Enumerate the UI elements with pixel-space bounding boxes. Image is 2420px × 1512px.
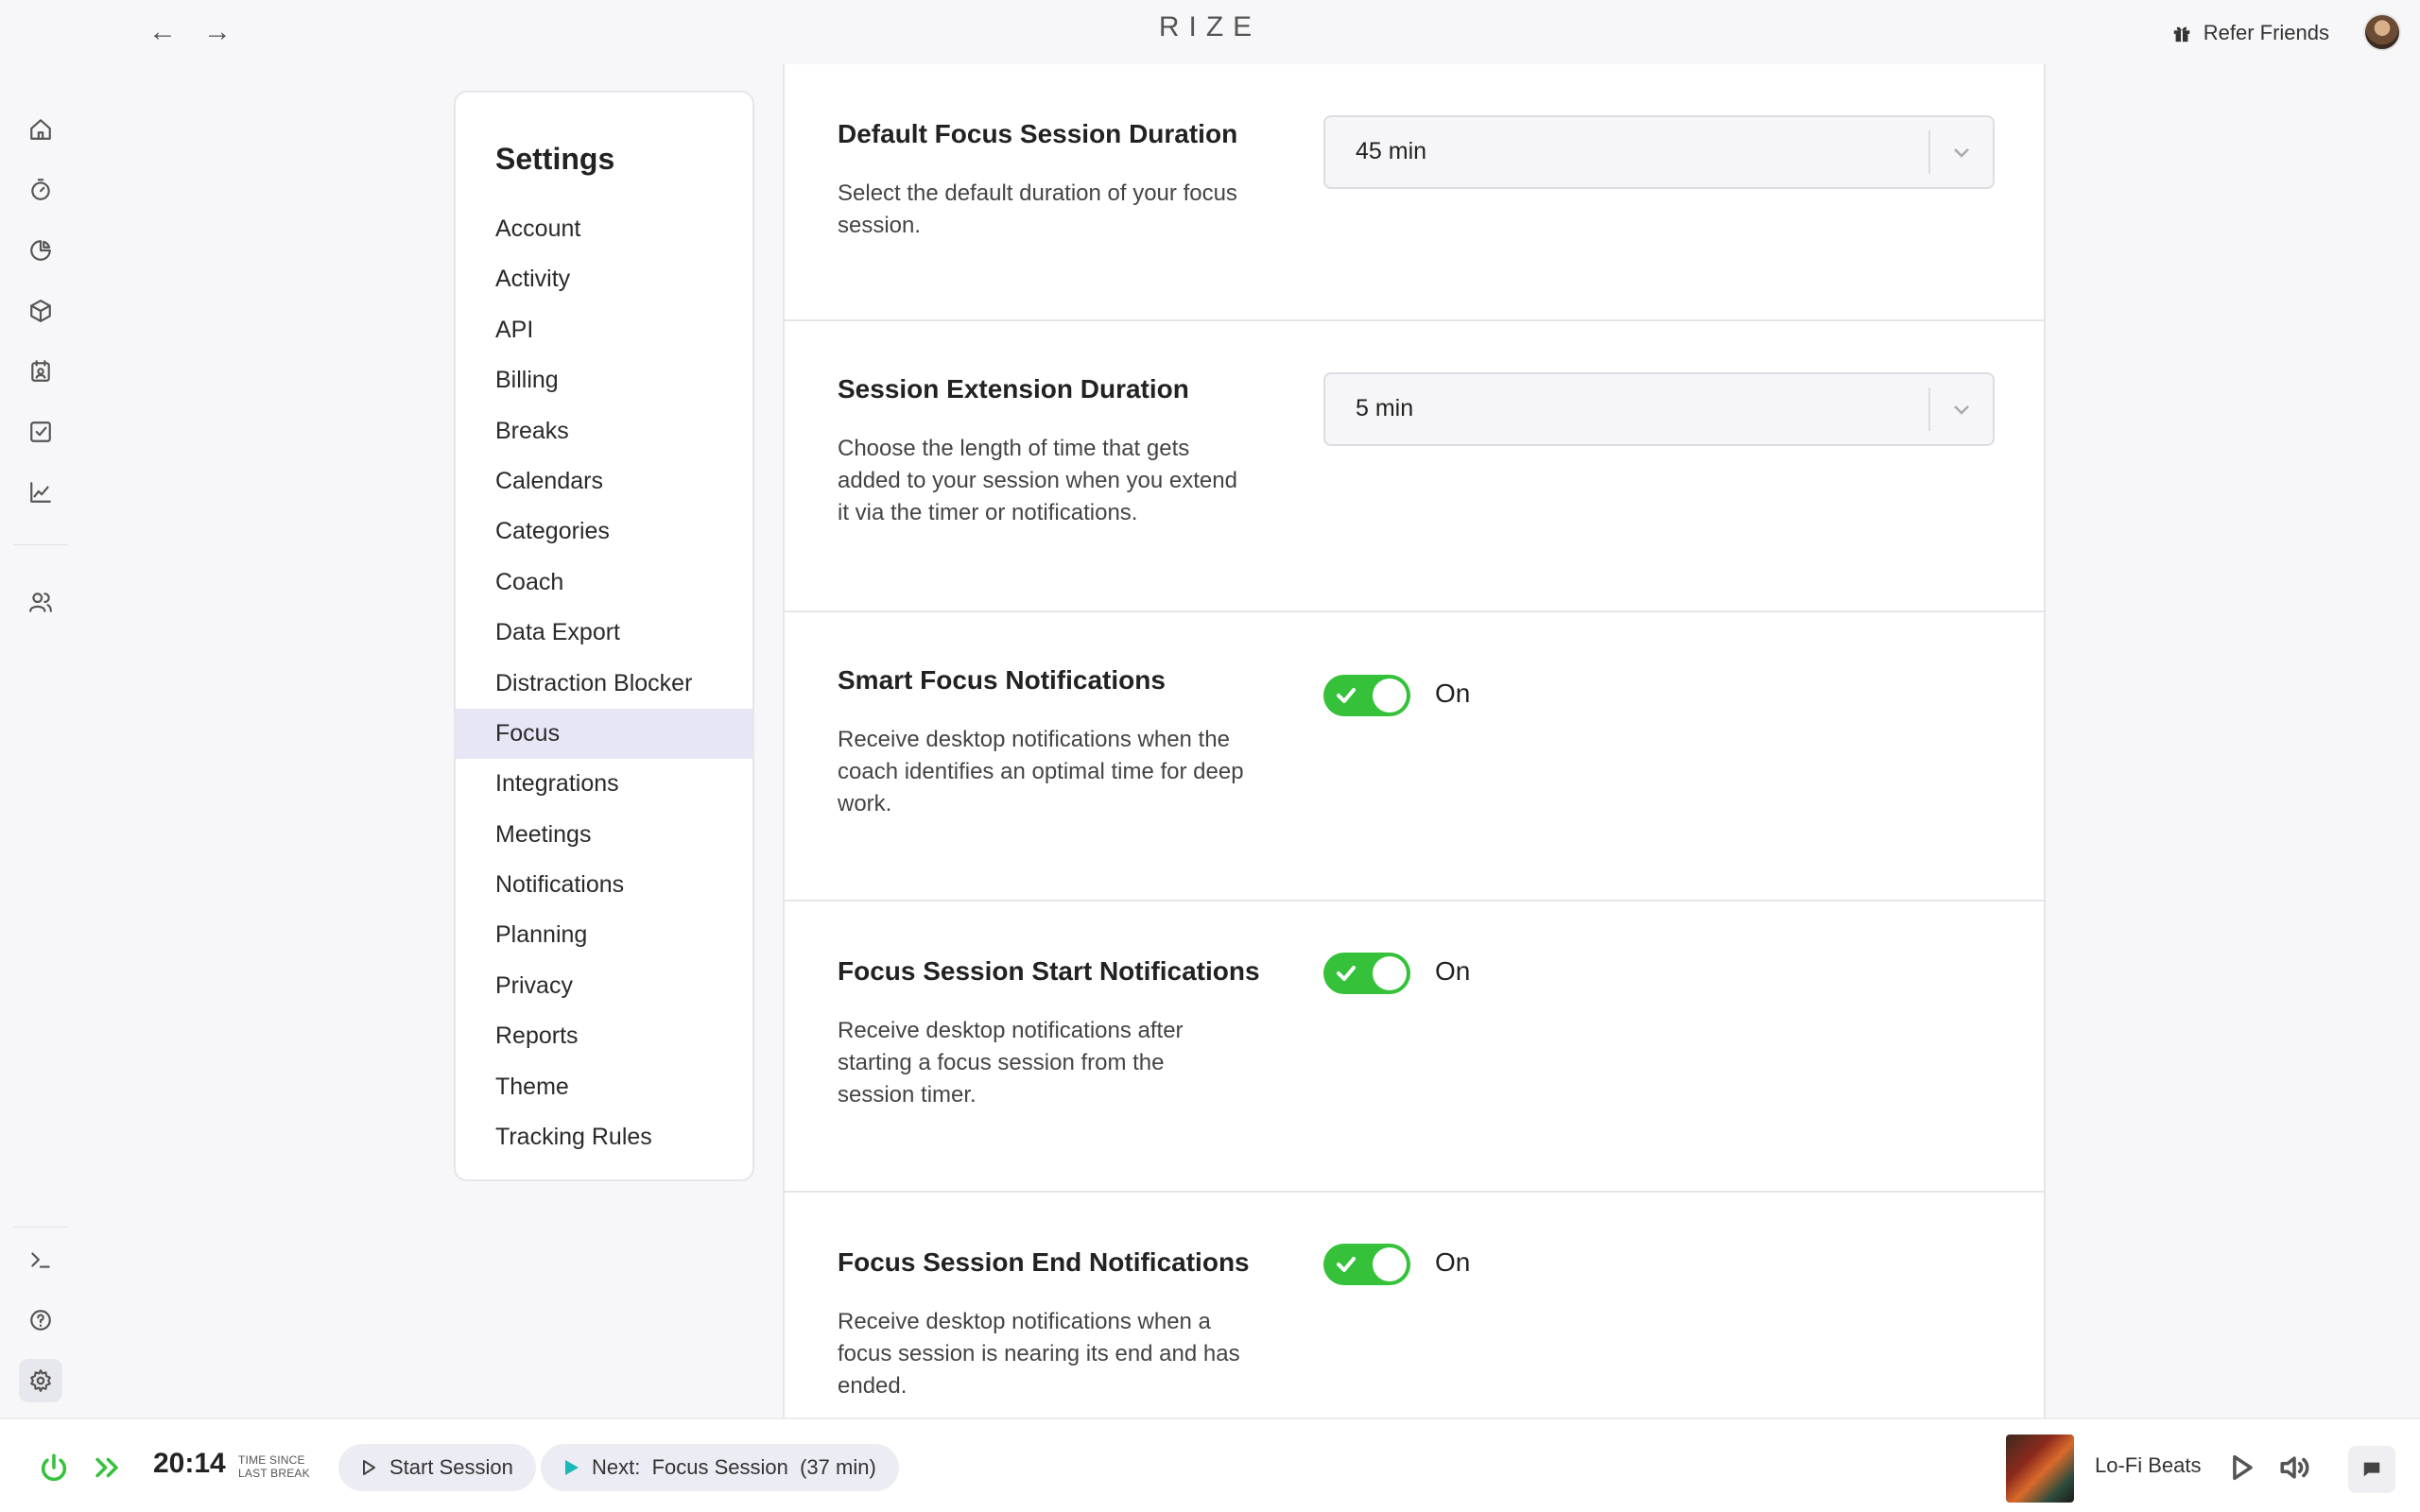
terminal-icon[interactable] <box>19 1238 62 1281</box>
menu-item-categories[interactable]: Categories <box>456 507 752 557</box>
album-art <box>2006 1435 2074 1503</box>
menu-item-account[interactable]: Account <box>456 204 752 254</box>
check-icon <box>1335 684 1357 707</box>
chat-icon <box>2363 1462 2380 1477</box>
menu-item-integrations[interactable]: Integrations <box>456 759 752 809</box>
select-divider <box>1928 130 1930 174</box>
start-notifications-toggle[interactable] <box>1323 953 1410 994</box>
line-chart-icon[interactable] <box>19 471 62 514</box>
fast-forward-icon[interactable] <box>91 1452 123 1484</box>
extension-duration-value: 5 min <box>1356 395 1414 421</box>
menu-item-planning[interactable]: Planning <box>456 910 752 960</box>
rail-divider <box>13 1227 68 1228</box>
start-notifications-section: Focus Session Start Notifications Receiv… <box>785 902 2044 1193</box>
menu-item-reports[interactable]: Reports <box>456 1011 752 1061</box>
timer-caption-line-2: LAST BREAK <box>238 1467 310 1480</box>
play-icon[interactable] <box>2225 1452 2257 1484</box>
gift-icon <box>2173 26 2189 43</box>
refer-friends-label: Refer Friends <box>2203 21 2329 44</box>
end-notifications-toggle[interactable] <box>1323 1244 1410 1285</box>
default-duration-desc: Select the default duration of your focu… <box>838 180 1237 238</box>
power-icon[interactable] <box>38 1452 70 1484</box>
menu-item-privacy[interactable]: Privacy <box>456 961 752 1011</box>
default-duration-title: Default Focus Session Duration <box>838 119 1238 148</box>
default-duration-value: 45 min <box>1356 138 1427 164</box>
settings-menu-card: Settings Account Activity API Billing Br… <box>454 91 754 1181</box>
timer-caption-line-1: TIME SINCE <box>238 1453 305 1467</box>
menu-item-focus[interactable]: Focus <box>456 708 752 760</box>
smart-focus-desc: Receive desktop notifications when the c… <box>838 727 1244 816</box>
play-icon <box>565 1460 579 1475</box>
gear-icon[interactable] <box>19 1359 62 1402</box>
settings-title: Settings <box>495 142 615 176</box>
select-divider <box>1928 387 1930 431</box>
start-notifications-desc: Receive desktop notifications after star… <box>838 1018 1184 1108</box>
default-duration-section: Default Focus Session Duration Select th… <box>785 64 2044 321</box>
end-notifications-desc: Receive desktop notifications when a foc… <box>838 1309 1240 1399</box>
extension-duration-desc: Choose the length of time that gets adde… <box>838 436 1237 525</box>
end-notifications-title: Focus Session End Notifications <box>838 1247 1250 1277</box>
users-icon[interactable] <box>19 580 62 624</box>
home-icon[interactable] <box>19 108 62 151</box>
start-session-button[interactable]: Start Session <box>338 1444 536 1491</box>
next-session-label: Next: Focus Session (37 min) <box>592 1455 876 1479</box>
menu-item-theme[interactable]: Theme <box>456 1062 752 1112</box>
avatar[interactable] <box>2363 13 2401 51</box>
menu-item-breaks[interactable]: Breaks <box>456 406 752 456</box>
play-outline-icon <box>363 1460 375 1475</box>
left-rail <box>0 64 81 1418</box>
menu-item-api[interactable]: API <box>456 305 752 355</box>
timer-caption: TIME SINCE LAST BREAK <box>238 1453 310 1480</box>
extension-duration-title: Session Extension Duration <box>838 374 1189 404</box>
extension-duration-select[interactable]: 5 min <box>1323 372 1995 446</box>
cube-icon[interactable] <box>19 289 62 333</box>
check-icon <box>1335 962 1357 985</box>
chevron-down-icon <box>1949 395 1974 423</box>
start-notifications-state: On <box>1435 956 1471 986</box>
menu-item-tracking-rules[interactable]: Tracking Rules <box>456 1112 752 1162</box>
settings-menu: Account Activity API Billing Breaks Cale… <box>456 204 752 1162</box>
smart-focus-toggle[interactable] <box>1323 675 1410 716</box>
rail-divider <box>13 544 68 545</box>
track-title: Lo-Fi Beats <box>2095 1453 2202 1477</box>
break-timer: 20:14 <box>153 1448 226 1479</box>
toggle-knob <box>1373 679 1407 713</box>
menu-item-activity[interactable]: Activity <box>456 254 752 304</box>
smart-focus-state: On <box>1435 679 1471 708</box>
next-session-button[interactable]: Next: Focus Session (37 min) <box>541 1444 899 1491</box>
end-notifications-section: Focus Session End Notifications Receive … <box>785 1193 2044 1418</box>
start-session-label: Start Session <box>389 1455 513 1479</box>
top-bar: ← → RIZE Refer Friends <box>0 0 2420 64</box>
menu-item-calendars[interactable]: Calendars <box>456 456 752 507</box>
volume-icon[interactable] <box>2278 1452 2310 1484</box>
end-notifications-state: On <box>1435 1247 1471 1277</box>
default-duration-select[interactable]: 45 min <box>1323 115 1995 189</box>
menu-item-billing[interactable]: Billing <box>456 355 752 405</box>
calendar-icon[interactable] <box>19 350 62 393</box>
help-icon[interactable] <box>19 1298 62 1342</box>
toggle-knob <box>1373 956 1407 990</box>
menu-item-coach[interactable]: Coach <box>456 558 752 608</box>
pie-chart-icon[interactable] <box>19 229 62 272</box>
check-icon <box>1335 1253 1357 1276</box>
smart-focus-section: Smart Focus Notifications Receive deskto… <box>785 612 2044 902</box>
bottom-bar: 20:14 TIME SINCE LAST BREAK Start Sessio… <box>0 1418 2420 1512</box>
chat-button[interactable] <box>2348 1446 2395 1493</box>
menu-item-meetings[interactable]: Meetings <box>456 810 752 860</box>
focus-settings-panel: Default Focus Session Duration Select th… <box>783 64 2046 1418</box>
menu-item-data-export[interactable]: Data Export <box>456 608 752 658</box>
menu-item-notifications[interactable]: Notifications <box>456 860 752 910</box>
extension-duration-section: Session Extension Duration Choose the le… <box>785 321 2044 612</box>
menu-item-distraction-blocker[interactable]: Distraction Blocker <box>456 659 752 709</box>
app-logo: RIZE <box>1158 11 1262 43</box>
checkbox-icon[interactable] <box>19 410 62 454</box>
start-notifications-title: Focus Session Start Notifications <box>838 956 1260 986</box>
chevron-down-icon <box>1949 138 1974 166</box>
refer-friends-button[interactable]: Refer Friends <box>2171 17 2329 49</box>
smart-focus-title: Smart Focus Notifications <box>838 665 1166 695</box>
timer-icon[interactable] <box>19 168 62 212</box>
toggle-knob <box>1373 1247 1407 1281</box>
